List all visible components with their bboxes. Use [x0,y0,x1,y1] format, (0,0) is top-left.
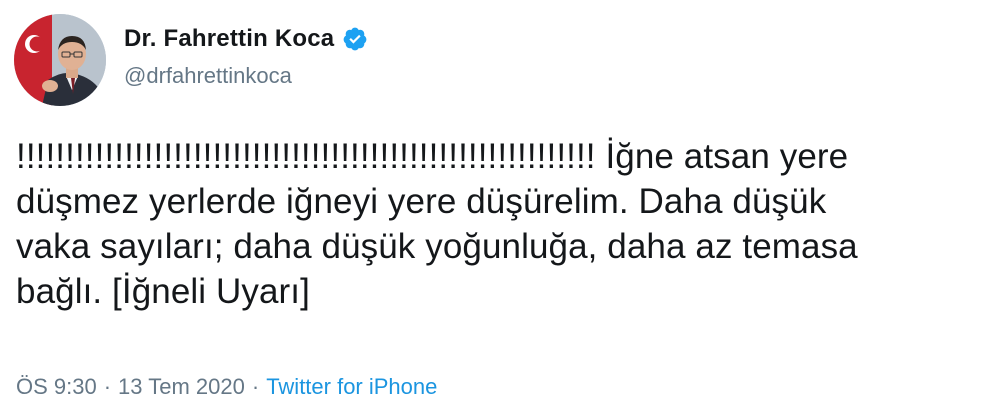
tweet-time[interactable]: ÖS 9:30 [16,374,97,400]
display-name[interactable]: Dr. Fahrettin Koca [124,25,334,53]
tweet-text: !!!!!!!!!!!!!!!!!!!!!!!!!!!!!!!!!!!!!!!!… [16,137,858,311]
avatar[interactable] [14,14,106,106]
tweet-source-link[interactable]: Twitter for iPhone [266,374,437,400]
name-row: Dr. Fahrettin Koca [124,24,368,54]
user-handle[interactable]: @drfahrettinkoca [124,63,368,89]
author-block: Dr. Fahrettin Koca @drfahrettinkoca [124,24,368,89]
tweet-meta: ÖS 9:30 · 13 Tem 2020 · Twitter for iPho… [16,374,437,400]
tweet-card: Dr. Fahrettin Koca @drfahrettinkoca !!!!… [0,0,1000,416]
meta-separator: · [103,374,112,399]
meta-separator: · [251,374,260,399]
tweet-date[interactable]: 13 Tem 2020 [118,374,245,400]
avatar-image [14,14,106,106]
verified-badge-icon [342,26,368,52]
